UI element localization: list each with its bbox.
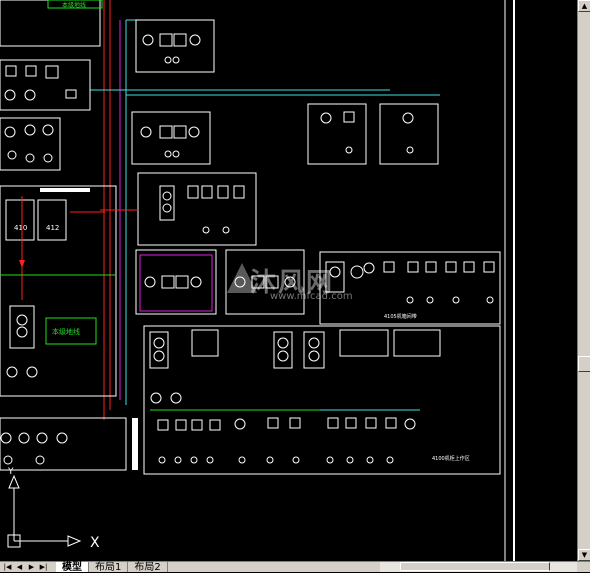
distribution-panel — [0, 185, 117, 397]
white-bar — [132, 418, 138, 470]
mid-box-3-devices — [159, 185, 245, 234]
left-group-1 — [0, 59, 91, 111]
panel-412-box — [37, 199, 67, 241]
panel-412-label: 412 — [46, 224, 59, 232]
bottom-tab-bar: |◀ ◀ ▶ ▶| 模型 布局1 布局2 — [0, 561, 590, 573]
room-2 — [143, 325, 501, 475]
mid-box-3 — [137, 172, 257, 246]
ucs-y-arrow — [8, 474, 20, 489]
room-1-label: 4105机箱间带 — [384, 313, 417, 320]
horizontal-scroll-thumb[interactable] — [400, 562, 550, 571]
ucs-x-label: X — [90, 535, 100, 551]
ucs-x-arrow — [67, 535, 82, 547]
watermark-url: www.mfcad.com — [270, 291, 353, 302]
panel-410-label: 410 — [14, 224, 27, 232]
lower-left-devices — [0, 432, 68, 465]
transformer-coil-2 — [16, 326, 28, 338]
left-breaker-1 — [6, 366, 18, 378]
mid-top-devices — [142, 33, 201, 64]
mid-box-4-devices — [144, 275, 202, 289]
room-2-label: 4100机柜上作区 — [432, 455, 470, 462]
panel-header-bar — [40, 188, 90, 192]
room-2-devices — [149, 329, 441, 464]
ucs-y-label: Y — [7, 467, 14, 477]
panel-410-box — [5, 199, 35, 241]
vertical-scrollbar[interactable]: ▲ ▼ — [577, 0, 590, 561]
red-arrow — [19, 260, 25, 268]
lower-left-group — [0, 417, 127, 471]
left-breaker-2 — [26, 366, 38, 378]
vertical-scroll-thumb[interactable] — [578, 356, 590, 372]
left-group-1-devices — [4, 65, 77, 101]
scroll-up-button[interactable]: ▲ — [578, 0, 590, 12]
left-group-2-devices — [4, 124, 54, 163]
scroll-down-button[interactable]: ▼ — [578, 549, 590, 561]
right-box-1-devices — [320, 111, 355, 154]
top-left-label: 本级地线 — [62, 1, 86, 9]
right-box-2-devices — [402, 112, 414, 154]
transformer-coil-1 — [16, 314, 28, 326]
mid-box-2-devices — [140, 125, 200, 158]
right-box-1 — [307, 103, 367, 165]
green-label: 本级地线 — [52, 327, 80, 336]
